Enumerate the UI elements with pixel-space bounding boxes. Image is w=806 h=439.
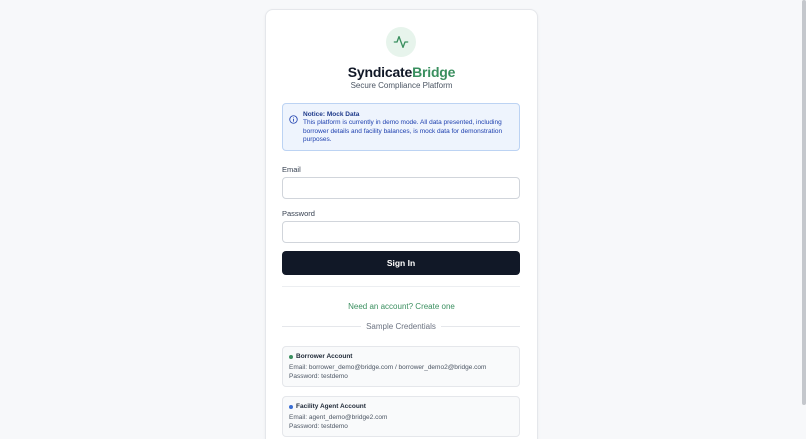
brand-name-primary: Syndicate xyxy=(347,64,413,80)
brand-name-accent: Bridge xyxy=(412,64,456,80)
credential-email: Email: borrower_demo@bridge.com / borrow… xyxy=(289,364,487,371)
credential-password: Password: testdemo xyxy=(289,373,348,380)
status-dot-icon xyxy=(289,404,293,409)
logo-badge xyxy=(386,27,416,57)
credential-title-text: Facility Agent Account xyxy=(296,403,366,410)
credential-email: Email: agent_demo@bridge2.com xyxy=(289,414,388,421)
notice-line: This platform is currently in demo mode.… xyxy=(303,119,502,126)
divider xyxy=(282,326,362,327)
divider xyxy=(440,326,520,327)
password-field[interactable] xyxy=(282,221,520,243)
password-label: Password xyxy=(282,209,315,218)
status-dot-icon xyxy=(289,354,293,359)
credential-title: Borrower Account xyxy=(289,352,513,361)
credential-title: Facility Agent Account xyxy=(289,402,513,411)
credential-title-text: Borrower Account xyxy=(296,353,353,360)
mock-data-notice: Notice: Mock Data This platform is curre… xyxy=(282,103,520,151)
login-card: SyndicateBridge Secure Compliance Platfo… xyxy=(265,9,538,439)
notice-line: purposes. xyxy=(303,136,332,143)
credential-password: Password: testdemo xyxy=(289,423,348,430)
brand-subtitle: Secure Compliance Platform xyxy=(350,81,453,90)
divider xyxy=(282,286,520,287)
notice-title: Notice: Mock Data xyxy=(303,111,360,118)
brand-title: SyndicateBridge xyxy=(266,64,537,80)
sign-in-button[interactable]: Sign In xyxy=(282,251,520,275)
sample-credentials-title: Sample Credentials xyxy=(366,322,436,331)
email-label: Email xyxy=(282,165,301,174)
notice-line: borrower details and facility balances, … xyxy=(303,127,503,135)
activity-pulse-icon xyxy=(393,36,409,48)
page-scrollbar[interactable] xyxy=(802,0,806,405)
credential-card-borrower: Borrower Account Email: borrower_demo@br… xyxy=(282,346,520,387)
create-account-link[interactable]: Need an account? Create one xyxy=(266,302,537,311)
email-field[interactable] xyxy=(282,177,520,199)
sample-credentials-heading: Sample Credentials xyxy=(282,322,520,331)
info-icon xyxy=(289,111,298,129)
credential-card-agent: Facility Agent Account Email: agent_demo… xyxy=(282,396,520,437)
